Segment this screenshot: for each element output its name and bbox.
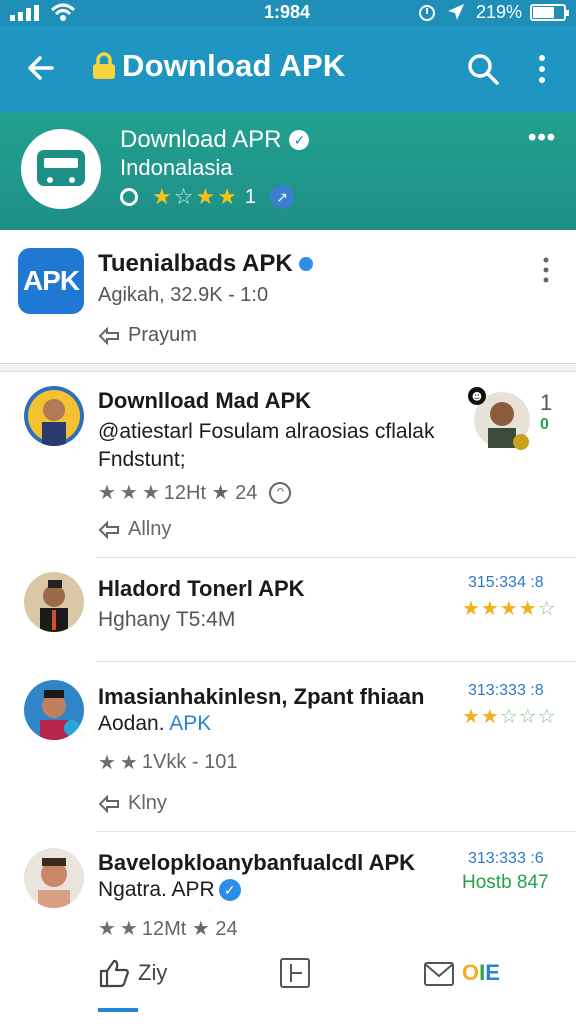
- item-side-number: 315:334 :8: [468, 574, 544, 591]
- channel-banner[interactable]: Download APR ✓ Indonalasia ★☆★★ 1 ↗ •••: [0, 112, 576, 230]
- share-badge-icon[interactable]: ↗: [270, 185, 295, 209]
- stars-icon: ★★: [98, 918, 142, 940]
- avatar-secondary: ☻: [468, 387, 530, 450]
- wifi-icon: [50, 3, 76, 21]
- side-count: 1: [540, 390, 553, 415]
- share-icon: [98, 794, 119, 813]
- item-stats-text: 1Vkk - 101: [141, 751, 238, 773]
- featured-app-action[interactable]: Prayum: [98, 324, 197, 347]
- nav-like[interactable]: Ziy: [98, 958, 167, 988]
- thumbs-up-icon: [99, 959, 129, 988]
- back-arrow-icon[interactable]: [24, 48, 56, 88]
- item-rating-stars: ★★★★☆: [462, 598, 557, 620]
- battery-fill: [533, 7, 554, 18]
- apk-app-icon: APK: [18, 248, 84, 314]
- emoji-icon[interactable]: ᵔ: [269, 481, 292, 504]
- svg-text:☻: ☻: [472, 391, 482, 403]
- item-action-label: Klny: [128, 792, 167, 814]
- list-item[interactable]: Imasianhakinlesn, Zpant fhiaan Aodan. AP…: [0, 662, 576, 832]
- item-subtitle: Aodan. APK: [98, 712, 211, 736]
- item-side-number: 313:333 :8: [468, 682, 544, 699]
- overflow-menu-icon[interactable]: [530, 52, 554, 86]
- stars-icon: ★★: [98, 752, 142, 774]
- grid-icon[interactable]: [280, 958, 310, 988]
- item-stats-text: 12Ht ★ 24: [163, 482, 258, 504]
- app-bar: Download APK: [0, 26, 576, 112]
- battery-icon: [530, 4, 569, 21]
- featured-app-info: Agikah, 32.9K - 1:0: [98, 284, 269, 306]
- item-side-number: 313:333 :6: [468, 850, 544, 867]
- clock: 1:984: [264, 2, 311, 22]
- app-title-group: Download APK: [90, 48, 345, 84]
- lock-icon: [93, 52, 115, 79]
- channel-logo-icon: [21, 129, 101, 209]
- featured-app-action-label: Prayum: [128, 324, 197, 346]
- item-stats: ★★ 12Mt ★ 24: [98, 916, 238, 941]
- item-title: Hladord Tonerl APK: [98, 576, 305, 601]
- channel-name-row: Download APR ✓: [120, 126, 310, 154]
- bottom-navigation: Ziy OIE: [0, 940, 576, 1024]
- item-title: Bavelopklоanybanfualcdl APK: [98, 850, 416, 875]
- item-subtitle-row: Ngatra. APR ✓: [98, 878, 241, 902]
- item-stats: ★★★ 12Ht ★ 24 ᵔ: [98, 480, 292, 505]
- list-item[interactable]: Downlload Mad APK @atiestarl Fosulam alr…: [0, 374, 576, 558]
- verified-icon: ✓: [289, 130, 310, 150]
- list-item[interactable]: Bavelopklоanybanfualcdl APK Ngatra. APR …: [0, 832, 576, 940]
- item-side-text: Hostb 847: [462, 872, 549, 893]
- kebab-menu-icon[interactable]: [540, 256, 552, 284]
- location-pin-icon: [120, 188, 138, 206]
- channel-subtitle: Indonalasia: [120, 155, 233, 180]
- item-subtitle: Ngatra. APR: [98, 878, 215, 901]
- item-title: Imasianhakinlesn, Zpant fhiaan: [98, 684, 425, 709]
- item-action-label: Allny: [128, 518, 172, 540]
- item-subtitle-suffix: APK: [169, 712, 212, 735]
- item-action[interactable]: Allny: [98, 518, 171, 541]
- avatar: [24, 680, 84, 740]
- battery-percent: 219%: [476, 2, 523, 22]
- status-bar: 1:984 219%: [0, 0, 576, 26]
- side-count-2: 0: [540, 416, 549, 433]
- item-stats: ★★ 1Vkk - 101: [98, 750, 237, 775]
- item-action[interactable]: Klny: [98, 792, 167, 815]
- signal-icon: [10, 5, 39, 21]
- featured-app-name-row: Tuenialbads APK: [98, 250, 313, 278]
- item-description-2: Fndstunt;: [98, 448, 186, 471]
- item-rating-stars: ★★☆☆☆: [462, 706, 557, 728]
- featured-app-card[interactable]: APK Tuenialbads APK Agikah, 32.9K - 1:0 …: [0, 232, 576, 364]
- rating-stars: ★☆★★: [152, 184, 239, 209]
- alarm-icon: [419, 5, 435, 21]
- share-icon: [98, 326, 119, 345]
- rating-count: 1: [244, 185, 257, 208]
- item-subtitle-prefix: Aodan.: [98, 712, 165, 735]
- avatar: [24, 386, 84, 446]
- channel-more-icon[interactable]: •••: [528, 124, 556, 152]
- item-description: @atiestarl Fosulam alraosias cflalak: [98, 420, 435, 443]
- section-divider: [0, 364, 576, 372]
- list-item[interactable]: Hladord Tonerl APK Hghany T5:4M 315:334 …: [0, 558, 576, 662]
- active-tab-indicator: [98, 1008, 138, 1012]
- featured-app-name: Tuenialbads APK: [98, 250, 293, 277]
- avatar: [24, 572, 84, 632]
- verified-icon: ✓: [218, 879, 241, 901]
- mail-icon[interactable]: [424, 962, 454, 986]
- brand-logo-icon[interactable]: OIE: [462, 960, 500, 986]
- app-title: Download APK: [122, 48, 346, 83]
- share-icon: [98, 520, 119, 539]
- search-icon[interactable]: [466, 52, 500, 86]
- item-subtitle: Hghany T5:4M: [98, 608, 236, 631]
- item-title: Downlload Mad APK: [98, 388, 312, 413]
- stars-icon: ★★★: [98, 482, 164, 504]
- nav-like-label: Ziy: [138, 960, 168, 985]
- channel-name: Download APR: [120, 126, 282, 153]
- channel-meta: ★☆★★ 1 ↗: [120, 184, 295, 210]
- verified-icon: [298, 257, 313, 271]
- location-icon: [448, 4, 464, 20]
- avatar: [24, 848, 84, 908]
- item-stats-text: 12Mt ★ 24: [141, 918, 238, 940]
